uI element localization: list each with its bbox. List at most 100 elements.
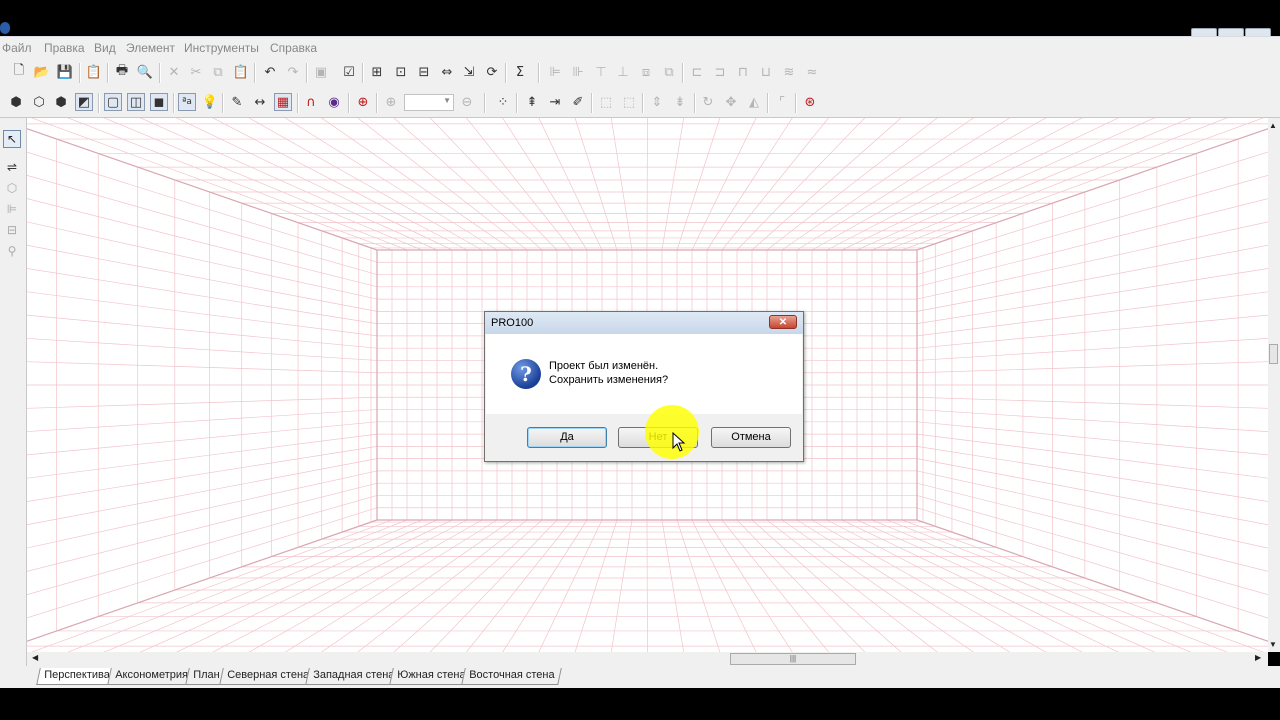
align-center-icon[interactable]: ⊪: [569, 63, 587, 81]
refresh-icon[interactable]: ⟳: [483, 63, 501, 81]
scroll-right-icon[interactable]: ▶: [1255, 653, 1261, 662]
distribute-icon[interactable]: ≈: [803, 63, 821, 81]
scroll-up-icon[interactable]: ▲: [1269, 121, 1277, 130]
pointer-icon[interactable]: ↖: [3, 130, 21, 148]
down-icon[interactable]: ⇟: [671, 93, 689, 111]
colored-icon[interactable]: ◼: [150, 93, 168, 111]
open-folder-icon[interactable]: 📂: [33, 63, 51, 81]
grid-line: [502, 519, 588, 652]
select-all-icon[interactable]: ⬚: [620, 93, 638, 111]
rotate-tool-icon[interactable]: ⬡: [3, 179, 21, 197]
print-icon[interactable]: 🖶: [113, 63, 131, 81]
copy-icon[interactable]: ⧉: [209, 63, 227, 81]
cancel-button[interactable]: Отмена: [711, 427, 791, 448]
distribute-tool-icon[interactable]: ⊟: [3, 221, 21, 239]
view-icon[interactable]: ⊞: [368, 63, 386, 81]
align-bottom-icon[interactable]: ⧉: [660, 63, 678, 81]
menu-edit[interactable]: Правка: [44, 41, 85, 55]
align-middle-icon[interactable]: ⧈: [637, 63, 655, 81]
print-preview-icon[interactable]: 🔍: [136, 63, 154, 81]
close-icon[interactable]: ✕: [769, 315, 797, 329]
zoom-window-icon[interactable]: ⊡: [392, 63, 410, 81]
grid-icon[interactable]: ▦: [274, 93, 292, 111]
cube-outline-icon[interactable]: ⬡: [30, 93, 48, 111]
vertical-scrollbar[interactable]: ▲ ▼: [1268, 118, 1280, 652]
cube-filled-icon[interactable]: ⬢: [52, 93, 70, 111]
tab-axonometry[interactable]: Аксонометрия: [107, 668, 196, 685]
tab-north-wall[interactable]: Северная стена: [219, 668, 317, 685]
rotate-icon[interactable]: ↻: [699, 93, 717, 111]
cursor-icon: [672, 432, 686, 452]
checklist-icon[interactable]: ☑: [340, 63, 358, 81]
mirror-icon[interactable]: ◭: [745, 93, 763, 111]
space-horizontal-icon[interactable]: ⊏: [688, 63, 706, 81]
tab-perspective[interactable]: Перспектива: [36, 668, 118, 685]
cube-icon[interactable]: ⬢: [7, 93, 25, 111]
yes-button[interactable]: Да: [527, 427, 607, 448]
measure-icon[interactable]: ↔: [251, 93, 269, 111]
light-bulb-icon[interactable]: 💡: [201, 93, 219, 111]
move-up-icon[interactable]: ⇞: [523, 93, 541, 111]
save-icon[interactable]: 💾: [56, 63, 74, 81]
move-cross-icon[interactable]: ✥: [722, 93, 740, 111]
zoom-tool-icon[interactable]: ⚲: [3, 242, 21, 260]
cut-icon[interactable]: ✂: [187, 63, 205, 81]
close-window-button[interactable]: [1245, 28, 1271, 36]
zoom-in-icon[interactable]: ⊕: [382, 93, 400, 111]
horizontal-scrollbar[interactable]: ◀ ||| ▶: [27, 652, 1268, 666]
align-tool-icon[interactable]: ⊫: [3, 200, 21, 218]
menu-element[interactable]: Элемент: [126, 41, 175, 55]
properties-icon[interactable]: 📋: [85, 63, 103, 81]
tab-east-wall[interactable]: Восточная стена: [461, 668, 563, 685]
delete-icon[interactable]: ✕: [165, 63, 183, 81]
zoom-level-combo[interactable]: ▼: [404, 94, 454, 111]
target-icon[interactable]: ⊕: [354, 93, 372, 111]
paint-icon[interactable]: ✎: [228, 93, 246, 111]
tab-west-wall[interactable]: Западная стена: [305, 668, 402, 685]
horizontal-scroll-thumb[interactable]: |||: [730, 653, 856, 665]
library-icon[interactable]: ▣: [312, 63, 330, 81]
insert-element-icon[interactable]: ⊟: [415, 63, 433, 81]
solid-view-icon[interactable]: ◩: [75, 93, 93, 111]
up-down-icon[interactable]: ⇕: [648, 93, 666, 111]
edit-icon[interactable]: ✐: [569, 93, 587, 111]
new-file-icon[interactable]: 🗋: [10, 63, 28, 81]
menu-file[interactable]: Файл: [2, 41, 32, 55]
align-top-icon[interactable]: ⊥: [614, 63, 632, 81]
texture-icon[interactable]: ◉: [325, 93, 343, 111]
grid-line: [826, 118, 1083, 251]
group-icon[interactable]: ⁘: [494, 93, 512, 111]
magnet-icon[interactable]: ∩: [302, 93, 320, 111]
export-icon[interactable]: ⇲: [460, 63, 478, 81]
flip-icon[interactable]: ⇌: [3, 158, 21, 176]
maximize-button[interactable]: [1218, 28, 1244, 36]
size-icon[interactable]: ⇔: [438, 63, 456, 81]
grid-line: [27, 361, 378, 374]
space-vertical-icon[interactable]: ⊐: [711, 63, 729, 81]
move-icon[interactable]: ⇥: [546, 93, 564, 111]
select-frame-icon[interactable]: ⬚: [597, 93, 615, 111]
align-left-icon[interactable]: ⊫: [546, 63, 564, 81]
zoom-out-icon[interactable]: ⊖: [458, 93, 476, 111]
corner-icon[interactable]: ⌜: [773, 93, 791, 111]
paste-icon[interactable]: 📋: [232, 63, 250, 81]
menu-help[interactable]: Справка: [270, 41, 317, 55]
spread-icon[interactable]: ⊔: [757, 63, 775, 81]
minimize-button[interactable]: [1191, 28, 1217, 36]
vertical-scroll-thumb[interactable]: [1269, 344, 1278, 364]
undo-icon[interactable]: ↶: [261, 63, 279, 81]
wireframe-icon[interactable]: ▢: [104, 93, 122, 111]
snap-target-icon[interactable]: ⊛: [801, 93, 819, 111]
scroll-down-icon[interactable]: ▼: [1269, 640, 1277, 649]
menu-view[interactable]: Вид: [94, 41, 116, 55]
outline-icon[interactable]: ◫: [127, 93, 145, 111]
menu-tools[interactable]: Инструменты: [184, 41, 259, 55]
align-right-icon[interactable]: ⊤: [592, 63, 610, 81]
grid-line: [176, 118, 453, 251]
stack-icon[interactable]: ⊓: [734, 63, 752, 81]
sum-icon[interactable]: Σ: [511, 63, 529, 81]
redo-icon[interactable]: ↷: [284, 63, 302, 81]
arrange-icon[interactable]: ≋: [780, 63, 798, 81]
text-label-icon[interactable]: ªa: [178, 93, 196, 111]
scroll-left-icon[interactable]: ◀: [32, 653, 38, 662]
